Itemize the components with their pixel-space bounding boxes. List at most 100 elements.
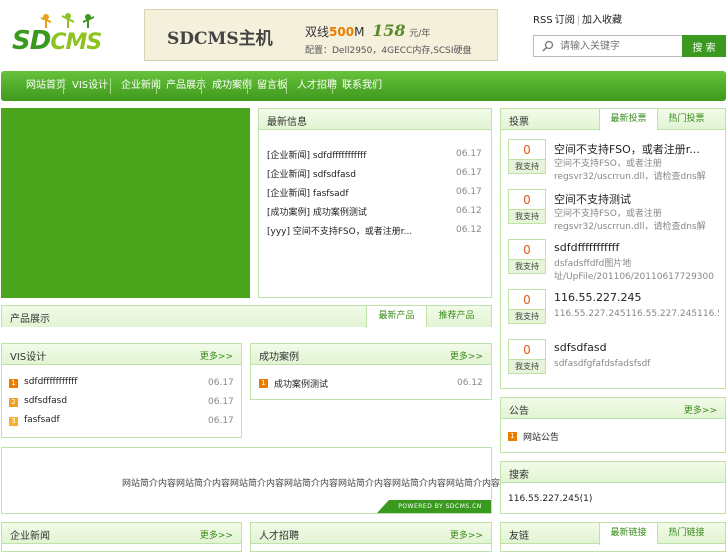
list-item[interactable]: [企业新闻] sdfsdfasd xyxy=(267,167,356,180)
search-log-item[interactable]: 116.55.227.245(1) xyxy=(508,494,592,504)
list-item[interactable]: 网站公告 xyxy=(523,430,559,443)
list-item[interactable]: 成功案例测试 xyxy=(274,377,328,390)
panel-title: 最新信息 xyxy=(267,117,307,128)
banner-price: 158 xyxy=(372,21,406,40)
banner-offer-a: 双线 xyxy=(305,25,330,39)
item-title: fasfsadf xyxy=(312,189,349,199)
nav-news[interactable]: 企业新闻 xyxy=(121,71,161,101)
item-date: 06.17 xyxy=(456,187,482,197)
products-panel: 产品展示 最新产品 推荐产品 xyxy=(1,305,492,328)
vote-panel: 投票 最新投票 热门投票 0 我支持 空间不支持FSO，或者注册r... 空间不… xyxy=(500,108,726,389)
nav-divider xyxy=(286,78,287,94)
panel-title: VIS设计 xyxy=(10,352,47,363)
vote-desc: 116.55.227.245116.55.227.245116.55.227.2… xyxy=(554,309,719,319)
vote-button[interactable]: 我支持 xyxy=(508,310,546,324)
rank-badge: 1 xyxy=(9,379,18,388)
nav-divider xyxy=(332,78,333,94)
panel-title: 公告 xyxy=(509,406,529,417)
vote-widget: 0 我支持 xyxy=(508,289,546,324)
tab-hot-links[interactable]: 热门链接 xyxy=(657,523,715,544)
rss-link[interactable]: RSS xyxy=(533,15,553,26)
panel-header: 公告 更多>> xyxy=(501,398,725,419)
rank-badge: 3 xyxy=(9,417,18,426)
tab-latest-links[interactable]: 最新链接 xyxy=(599,523,657,545)
nav-divider xyxy=(156,78,157,94)
item-date: 06.17 xyxy=(208,397,234,407)
vote-count: 0 xyxy=(508,139,546,160)
more-link[interactable]: 更多>> xyxy=(450,528,483,541)
more-link[interactable]: 更多>> xyxy=(684,403,717,416)
favorite-link[interactable]: 加入收藏 xyxy=(582,15,622,26)
about-panel: 网站简介内容网站简介内容网站简介内容网站简介内容网站简介内容网站简介内容网站简介… xyxy=(1,447,536,514)
list-item[interactable]: [企业新闻] fasfsadf xyxy=(267,186,349,199)
more-link[interactable]: 更多>> xyxy=(200,349,233,362)
rank-badge: 1 xyxy=(508,432,517,441)
vote-count: 0 xyxy=(508,289,546,310)
vote-title[interactable]: 空间不支持测试 xyxy=(554,191,631,207)
vote-button[interactable]: 我支持 xyxy=(508,210,546,224)
nav-guestbook[interactable]: 留言板 xyxy=(257,71,287,101)
item-title: 成功案例测试 xyxy=(312,208,367,218)
link-separator: | xyxy=(576,15,581,26)
banner-offer-highlight: 500 xyxy=(329,25,355,39)
panel-header: 成功案例 更多>> xyxy=(251,344,491,365)
banner-offer: 双线500M 158 元/年 xyxy=(305,21,430,40)
powered-by-badge[interactable]: POWERED BY SDCMS.CN xyxy=(377,500,491,513)
panel-header: 搜索 xyxy=(501,462,725,483)
nav-divider xyxy=(63,78,64,94)
item-title: sdfsdfasd xyxy=(312,170,356,180)
item-tag: [企业新闻] xyxy=(267,151,311,161)
item-tag: [企业新闻] xyxy=(267,170,311,180)
vote-widget: 0 我支持 xyxy=(508,339,546,374)
search-log-count: (1) xyxy=(579,494,593,504)
logo-text-main: SD xyxy=(12,26,51,56)
rank-badge: 1 xyxy=(259,379,268,388)
rank-badge: 2 xyxy=(9,398,18,407)
nav-vis[interactable]: VIS设计 xyxy=(72,71,108,101)
vote-title[interactable]: sdfsdfasd xyxy=(554,341,607,354)
list-item[interactable]: sdfsdfasd xyxy=(24,396,67,406)
vote-desc: 空间不支持FSO，或者注册regsvr32/uscrrun.dll，请检查dns… xyxy=(554,159,706,182)
site-logo[interactable]: SDCMS xyxy=(8,10,128,60)
item-date: 06.12 xyxy=(456,206,482,216)
nav-divider xyxy=(110,78,111,94)
vote-title[interactable]: 116.55.227.245 xyxy=(554,291,641,304)
panel-title: 企业新闻 xyxy=(10,531,50,542)
nav-contact[interactable]: 联系我们 xyxy=(342,71,382,101)
nav-products[interactable]: 产品展示 xyxy=(166,71,206,101)
panel-header: 投票 最新投票 热门投票 xyxy=(501,109,725,131)
list-item[interactable]: sdfdfffffffffff xyxy=(24,377,77,387)
list-item[interactable]: [成功案例] 成功案例测试 xyxy=(267,205,367,218)
nav-jobs[interactable]: 人才招聘 xyxy=(297,71,337,101)
more-link[interactable]: 更多>> xyxy=(200,528,233,541)
subscribe-link[interactable]: 订阅 xyxy=(555,15,575,26)
vote-title[interactable]: 空间不支持FSO，或者注册r... xyxy=(554,141,700,157)
vote-button[interactable]: 我支持 xyxy=(508,360,546,374)
list-item[interactable]: [yyy] 空间不支持FSO，或者注册r... xyxy=(267,224,412,237)
search-button[interactable]: 搜 索 xyxy=(682,35,726,57)
header-banner[interactable]: SDCMS主机 双线500M 158 元/年 配置：Dell2950，4GECC… xyxy=(144,9,498,61)
item-tag: [yyy] xyxy=(267,227,291,237)
tab-hot-votes[interactable]: 热门投票 xyxy=(657,109,715,130)
notice-panel: 公告 更多>> 1 网站公告 xyxy=(500,397,726,453)
nav-home[interactable]: 网站首页 xyxy=(26,71,66,101)
list-item[interactable]: [企业新闻] sdfdfffffffffff xyxy=(267,148,366,161)
banner-offer-b: M xyxy=(354,25,365,39)
nav-cases[interactable]: 成功案例 xyxy=(212,71,252,101)
search-input[interactable] xyxy=(560,39,678,54)
vote-title[interactable]: sdfdfffffffffff xyxy=(554,241,619,254)
tab-latest-products[interactable]: 最新产品 xyxy=(366,306,426,328)
panel-title: 友链 xyxy=(509,531,529,542)
vote-button[interactable]: 我支持 xyxy=(508,160,546,174)
flash-banner[interactable] xyxy=(1,108,250,298)
search-box xyxy=(533,35,683,57)
vote-widget: 0 我支持 xyxy=(508,239,546,274)
more-link[interactable]: 更多>> xyxy=(450,349,483,362)
tab-recommended-products[interactable]: 推荐产品 xyxy=(426,306,486,327)
vote-widget: 0 我支持 xyxy=(508,139,546,174)
nav-divider xyxy=(247,78,248,94)
banner-price-unit: 元/年 xyxy=(409,29,431,39)
list-item[interactable]: fasfsadf xyxy=(24,415,60,425)
vote-button[interactable]: 我支持 xyxy=(508,260,546,274)
tab-latest-votes[interactable]: 最新投票 xyxy=(599,109,657,131)
